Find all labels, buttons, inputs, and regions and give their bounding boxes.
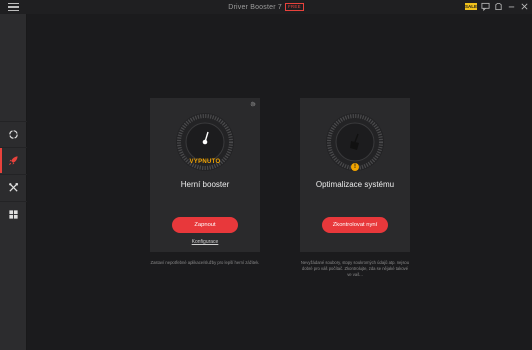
- system-optimize-description: Nevyžádané soubory, stopy soukromých úda…: [300, 260, 410, 277]
- system-optimize-card: ! Optimalizace systému Zkontrolovat nyní: [300, 98, 410, 252]
- skin-icon[interactable]: [494, 2, 503, 11]
- nav-scan[interactable]: [0, 121, 27, 147]
- close-icon[interactable]: [520, 2, 529, 11]
- configuration-link[interactable]: Konfigurace: [150, 239, 260, 245]
- feedback-icon[interactable]: [481, 2, 490, 11]
- nav-tools[interactable]: [0, 174, 27, 200]
- app-title-text: Driver Booster 7: [228, 4, 282, 11]
- app-title: Driver Booster 7 FREE: [0, 3, 532, 11]
- sale-icon[interactable]: SALE: [465, 3, 477, 10]
- enable-boost-button[interactable]: Zapnout: [172, 217, 238, 233]
- tools-icon: [9, 183, 18, 192]
- nav-action-center[interactable]: [0, 201, 27, 227]
- title-bar: Driver Booster 7 FREE SALE: [0, 0, 532, 14]
- game-boost-description: Zastaví nepotřebné aplikace/služby pro l…: [150, 260, 260, 265]
- minimize-icon[interactable]: [507, 2, 516, 11]
- scan-icon: [9, 130, 18, 139]
- system-optimize-title: Optimalizace systému: [315, 180, 395, 189]
- warning-icon: !: [351, 163, 359, 171]
- game-boost-card: VYPNUTO Herní booster Zapnout Konfigurac…: [150, 98, 260, 252]
- check-now-button[interactable]: Zkontrolovat nyní: [322, 217, 388, 233]
- settings-gear-icon[interactable]: [250, 101, 256, 107]
- nav-boost[interactable]: [0, 147, 27, 173]
- boost-status-label: VYPNUTO: [189, 159, 221, 165]
- action-center-icon: [9, 210, 18, 219]
- boost-rocket-icon: [9, 156, 18, 165]
- edition-badge: FREE: [284, 3, 304, 11]
- game-boost-title: Herní booster: [180, 180, 230, 189]
- sidebar: [0, 14, 27, 350]
